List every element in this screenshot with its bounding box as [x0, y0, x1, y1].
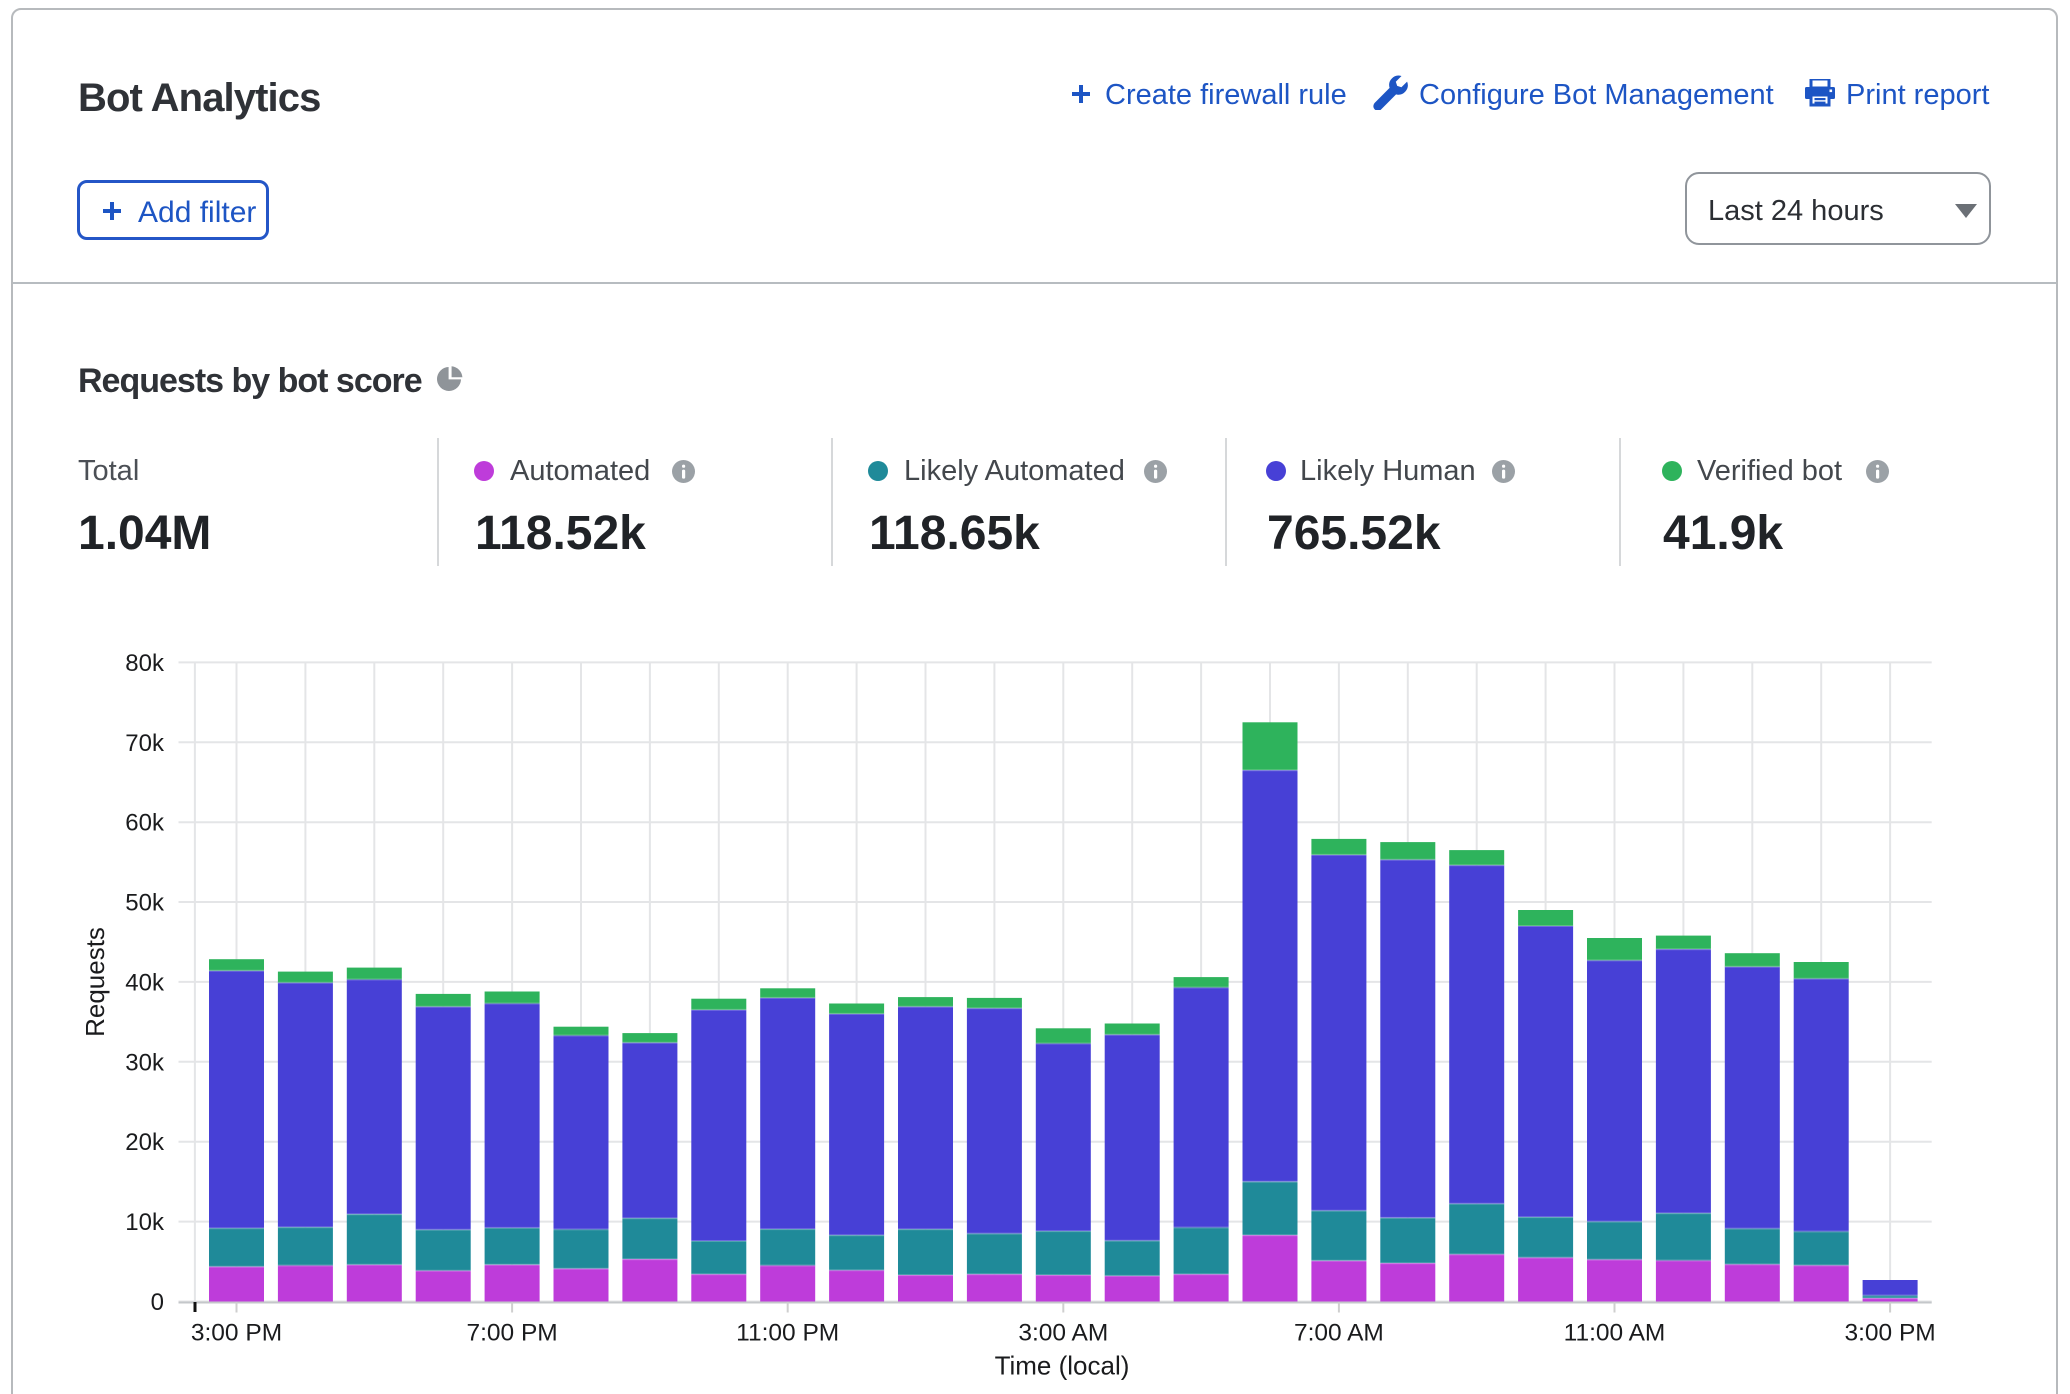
- svg-text:40k: 40k: [125, 969, 165, 996]
- svg-text:Requests: Requests: [80, 927, 110, 1037]
- svg-text:30k: 30k: [125, 1049, 165, 1076]
- svg-text:11:00 PM: 11:00 PM: [736, 1320, 839, 1347]
- svg-text:Time (local): Time (local): [995, 1350, 1130, 1380]
- svg-text:70k: 70k: [125, 730, 165, 757]
- svg-text:0: 0: [151, 1289, 164, 1316]
- svg-text:3:00 PM: 3:00 PM: [191, 1320, 282, 1347]
- svg-text:3:00 PM: 3:00 PM: [1844, 1320, 1935, 1347]
- svg-text:80k: 80k: [125, 650, 165, 677]
- svg-text:7:00 AM: 7:00 AM: [1294, 1320, 1384, 1347]
- svg-text:11:00 AM: 11:00 AM: [1564, 1320, 1666, 1347]
- svg-text:10k: 10k: [125, 1209, 165, 1236]
- svg-text:3:00 AM: 3:00 AM: [1018, 1320, 1108, 1347]
- svg-text:50k: 50k: [125, 890, 165, 917]
- svg-text:20k: 20k: [125, 1129, 165, 1156]
- svg-text:7:00 PM: 7:00 PM: [466, 1320, 557, 1347]
- svg-text:60k: 60k: [125, 810, 165, 837]
